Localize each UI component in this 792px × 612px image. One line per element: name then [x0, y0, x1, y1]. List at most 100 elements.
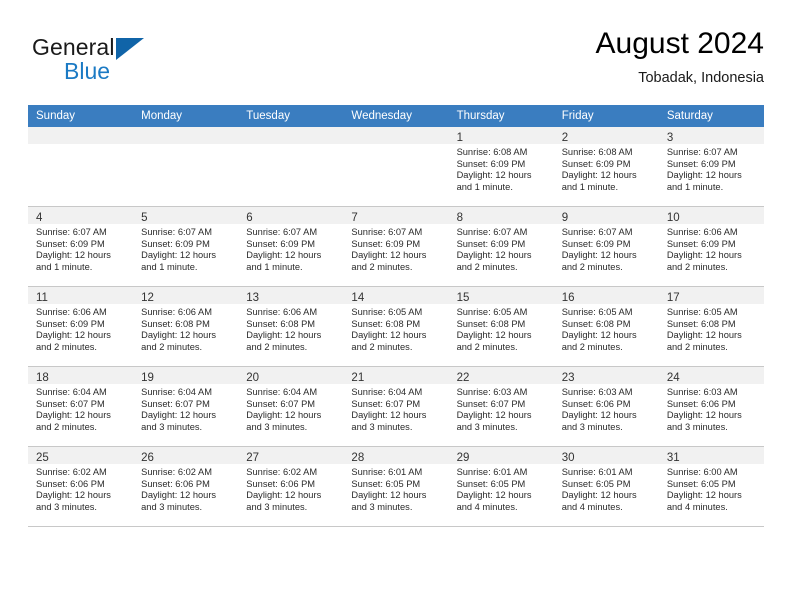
day-detail-line: Sunset: 6:09 PM [561, 238, 631, 249]
day-number-band: 20 [238, 367, 344, 384]
day-number-band: 15 [448, 287, 554, 304]
day-cell-content: 24 Sunrise: 6:03 AM Sunset: 6:06 PM Dayligh… [658, 367, 764, 446]
day-number: 30 [561, 452, 575, 464]
brand-logo[interactable]: General Blue [32, 34, 212, 90]
day-cell-content: 1 Sunrise: 6:08 AM Sunset: 6:09 PM Daylight… [448, 127, 554, 206]
day-detail-line: Sunset: 6:05 PM [561, 478, 631, 489]
day-detail-line: and 3 minutes. [141, 421, 203, 432]
calendar-day-cell[interactable]: 17 Sunrise: 6:05 AM Sunset: 6:08 PM Dayligh… [658, 286, 764, 367]
day-detail-line: and 2 minutes. [561, 341, 623, 352]
day-cell-content: 12 Sunrise: 6:06 AM Sunset: 6:08 PM Dayligh… [133, 287, 239, 366]
day-number: 26 [141, 452, 154, 464]
calendar-day-cell[interactable]: 14 Sunrise: 6:05 AM Sunset: 6:08 PM Dayligh… [343, 286, 449, 367]
day-number-band: 21 [343, 367, 449, 384]
calendar-day-cell[interactable]: 31 Sunrise: 6:00 AM Sunset: 6:05 PM Dayligh… [658, 446, 764, 527]
day-detail-line: Daylight: 12 hours [246, 490, 322, 501]
day-detail-list: Sunrise: 6:01 AM Sunset: 6:05 PM Daylight:… [449, 464, 554, 513]
calendar-day-cell[interactable]: 25 Sunrise: 6:02 AM Sunset: 6:06 PM Dayligh… [28, 446, 134, 527]
calendar-day-cell[interactable]: 3 Sunrise: 6:07 AM Sunset: 6:09 PM Daylight… [658, 127, 764, 207]
calendar-page: General Blue August 2024 Tobadak, Indone… [0, 0, 792, 612]
day-detail-line: Sunset: 6:07 PM [141, 398, 210, 409]
day-number: 6 [246, 212, 253, 224]
calendar-day-cell[interactable]: 23 Sunrise: 6:03 AM Sunset: 6:06 PM Dayligh… [553, 366, 659, 447]
calendar-day-cell[interactable]: 11 Sunrise: 6:06 AM Sunset: 6:09 PM Dayligh… [28, 286, 134, 367]
calendar-day-cell[interactable]: 18 Sunrise: 6:04 AM Sunset: 6:07 PM Dayligh… [28, 366, 134, 447]
day-detail-line: Sunrise: 6:07 AM [666, 147, 738, 157]
day-detail-line: Daylight: 12 hours [666, 410, 742, 421]
day-number: 5 [141, 212, 148, 224]
day-detail-line: Sunset: 6:09 PM [141, 238, 210, 249]
calendar-day-cell[interactable]: 21 Sunrise: 6:04 AM Sunset: 6:07 PM Dayligh… [343, 366, 449, 447]
day-detail-list: Sunrise: 6:05 AM Sunset: 6:08 PM Daylight:… [659, 304, 764, 353]
day-number: 11 [36, 292, 48, 304]
day-detail-line: Daylight: 12 hours [351, 330, 427, 341]
calendar-day-cell[interactable]: 6 Sunrise: 6:07 AM Sunset: 6:09 PM Daylight… [238, 206, 344, 287]
day-detail-line: and 3 minutes. [666, 421, 728, 432]
calendar-day-cell[interactable]: 16 Sunrise: 6:05 AM Sunset: 6:08 PM Dayligh… [553, 286, 659, 367]
calendar-day-cell[interactable]: 5 Sunrise: 6:07 AM Sunset: 6:09 PM Daylight… [133, 206, 239, 287]
calendar-day-cell[interactable]: 9 Sunrise: 6:07 AM Sunset: 6:09 PM Daylight… [553, 206, 659, 287]
day-number-band: 1 [448, 127, 554, 144]
calendar-day-cell[interactable]: 10 Sunrise: 6:06 AM Sunset: 6:09 PM Dayligh… [658, 206, 764, 287]
day-detail-list: Sunrise: 6:02 AM Sunset: 6:06 PM Daylight:… [238, 464, 343, 513]
day-detail-line: Daylight: 12 hours [36, 410, 111, 421]
day-cell-content: 14 Sunrise: 6:05 AM Sunset: 6:08 PM Dayligh… [343, 287, 449, 366]
day-detail-list: Sunrise: 6:07 AM Sunset: 6:09 PM Daylight:… [133, 224, 238, 273]
day-detail-line: Sunrise: 6:05 AM [351, 307, 423, 317]
day-detail-line: Daylight: 12 hours [666, 490, 742, 501]
day-detail-line: Sunrise: 6:02 AM [246, 467, 318, 477]
day-number: 22 [456, 372, 470, 384]
day-detail-line: and 3 minutes. [246, 501, 308, 512]
day-number: 13 [246, 292, 260, 304]
day-cell-content: 2 Sunrise: 6:08 AM Sunset: 6:09 PM Daylight… [553, 127, 659, 206]
day-detail-line: and 2 minutes. [246, 341, 308, 352]
weekday-header-monday: Monday [133, 105, 239, 127]
day-detail-line: Daylight: 12 hours [666, 250, 742, 261]
day-detail-line: and 1 minute. [246, 261, 303, 272]
day-number: 10 [666, 212, 680, 224]
calendar-day-cell[interactable]: 30 Sunrise: 6:01 AM Sunset: 6:05 PM Dayligh… [553, 446, 659, 527]
day-number: 31 [666, 452, 680, 464]
day-cell-content: 21 Sunrise: 6:04 AM Sunset: 6:07 PM Dayligh… [343, 367, 449, 446]
brand-name-general: General [32, 34, 115, 60]
day-detail-list: Sunrise: 6:01 AM Sunset: 6:05 PM Daylight:… [554, 464, 659, 513]
calendar-day-cell[interactable]: 28 Sunrise: 6:01 AM Sunset: 6:05 PM Dayligh… [343, 446, 449, 527]
day-detail-line: and 1 minute. [666, 181, 724, 192]
calendar-day-cell[interactable]: 15 Sunrise: 6:05 AM Sunset: 6:08 PM Dayligh… [448, 286, 554, 367]
day-number: 3 [666, 132, 674, 144]
day-number-band [133, 127, 239, 144]
day-number-band: 8 [448, 207, 554, 224]
calendar-day-cell[interactable]: 24 Sunrise: 6:03 AM Sunset: 6:06 PM Dayligh… [658, 366, 764, 447]
day-cell-content: 5 Sunrise: 6:07 AM Sunset: 6:09 PM Daylight… [133, 207, 239, 286]
calendar-day-cell[interactable]: 20 Sunrise: 6:04 AM Sunset: 6:07 PM Dayligh… [238, 366, 344, 447]
calendar-day-cell[interactable]: 4 Sunrise: 6:07 AM Sunset: 6:09 PM Daylight… [28, 206, 134, 287]
day-detail-line: and 4 minutes. [561, 501, 623, 512]
day-detail-line: Daylight: 12 hours [351, 250, 427, 261]
day-detail-list: Sunrise: 6:04 AM Sunset: 6:07 PM Daylight:… [238, 384, 343, 433]
day-cell-content: 13 Sunrise: 6:06 AM Sunset: 6:08 PM Dayligh… [238, 287, 344, 366]
calendar-day-cell[interactable]: 7 Sunrise: 6:07 AM Sunset: 6:09 PM Daylight… [343, 206, 449, 287]
calendar-day-cell[interactable]: 8 Sunrise: 6:07 AM Sunset: 6:09 PM Daylight… [448, 206, 554, 287]
day-number-band: 5 [133, 207, 239, 224]
calendar-day-cell[interactable]: 29 Sunrise: 6:01 AM Sunset: 6:05 PM Dayligh… [448, 446, 554, 527]
location-subtitle: Tobadak, Indonesia [638, 70, 764, 86]
calendar-day-cell[interactable]: 13 Sunrise: 6:06 AM Sunset: 6:08 PM Dayligh… [238, 286, 344, 367]
day-detail-list: Sunrise: 6:03 AM Sunset: 6:07 PM Daylight:… [449, 384, 554, 433]
calendar-day-cell[interactable]: 26 Sunrise: 6:02 AM Sunset: 6:06 PM Dayligh… [133, 446, 239, 527]
day-detail-line: and 2 minutes. [666, 261, 728, 272]
calendar-header-row: Sunday Monday Tuesday Wednesday Thursday Frid… [28, 105, 764, 127]
calendar-day-cell[interactable]: 1 Sunrise: 6:08 AM Sunset: 6:09 PM Daylight… [448, 127, 554, 207]
day-detail-line: Daylight: 12 hours [561, 410, 637, 421]
calendar-day-cell[interactable]: 2 Sunrise: 6:08 AM Sunset: 6:09 PM Daylight… [553, 127, 659, 207]
day-detail-line: Daylight: 12 hours [246, 410, 322, 421]
day-number-band: 27 [238, 447, 344, 464]
day-detail-line: Sunset: 6:09 PM [246, 238, 316, 249]
calendar-day-cell[interactable]: 19 Sunrise: 6:04 AM Sunset: 6:07 PM Dayligh… [133, 366, 239, 447]
day-number-band: 2 [553, 127, 659, 144]
weekday-header-saturday: Saturday [658, 105, 764, 127]
calendar-day-cell[interactable]: 12 Sunrise: 6:06 AM Sunset: 6:08 PM Dayligh… [133, 286, 239, 367]
day-cell-content: 15 Sunrise: 6:05 AM Sunset: 6:08 PM Dayligh… [448, 287, 554, 366]
day-detail-line: Daylight: 12 hours [456, 410, 532, 421]
calendar-day-cell[interactable]: 22 Sunrise: 6:03 AM Sunset: 6:07 PM Dayligh… [448, 366, 554, 447]
calendar-day-cell[interactable]: 27 Sunrise: 6:02 AM Sunset: 6:06 PM Dayligh… [238, 446, 344, 527]
